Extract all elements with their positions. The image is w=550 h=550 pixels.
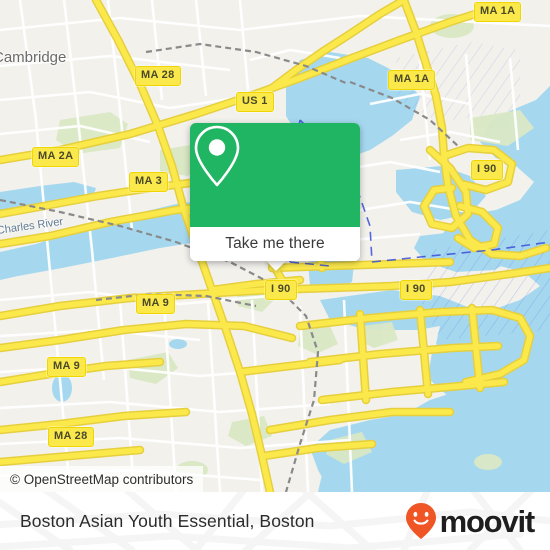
moovit-smiley-pin-icon <box>405 503 436 539</box>
road-shield-ma-3[interactable]: MA 3 <box>129 172 169 192</box>
road-shield-ma-2a[interactable]: MA 2A <box>32 147 80 167</box>
attribution-text: © OpenStreetMap contributors <box>10 471 194 487</box>
road-shield-i-90-seaport[interactable]: I 90 <box>400 280 432 300</box>
map-share-screenshot: Cambridge Charles River MA 1A MA 28 MA 1… <box>0 0 550 550</box>
map-attribution[interactable]: © OpenStreetMap contributors <box>0 466 204 492</box>
moovit-wordmark: moovit <box>439 503 536 539</box>
map-pin-icon <box>194 125 240 187</box>
poi-card-pointer <box>265 260 287 271</box>
road-shield-ma-28-south[interactable]: MA 28 <box>48 427 94 447</box>
road-shield-i-90-central[interactable]: I 90 <box>265 280 297 300</box>
road-shield-ma-1a-east[interactable]: MA 1A <box>388 70 436 90</box>
poi-card-banner <box>190 123 360 227</box>
road-shield-ma-1a-north[interactable]: MA 1A <box>474 2 522 22</box>
page-title: Boston Asian Youth Essential, Boston <box>20 510 315 531</box>
map-canvas[interactable]: Cambridge Charles River MA 1A MA 28 MA 1… <box>0 0 550 492</box>
road-shield-us-1[interactable]: US 1 <box>236 92 274 112</box>
road-shield-ma-9-north[interactable]: MA 9 <box>136 294 176 314</box>
road-shield-i-90-east[interactable]: I 90 <box>471 160 503 180</box>
poi-card-cta[interactable]: Take me there <box>190 227 360 261</box>
place-label-cambridge: Cambridge <box>0 49 67 66</box>
road-shield-ma-9-south[interactable]: MA 9 <box>47 357 87 377</box>
footer-bar: Boston Asian Youth Essential, Boston moo… <box>0 492 550 550</box>
moovit-brand[interactable]: moovit <box>405 492 536 550</box>
road-shield-ma-28-north[interactable]: MA 28 <box>135 66 181 86</box>
poi-card[interactable]: Take me there <box>190 123 360 261</box>
poi-cta-label: Take me there <box>225 235 325 252</box>
